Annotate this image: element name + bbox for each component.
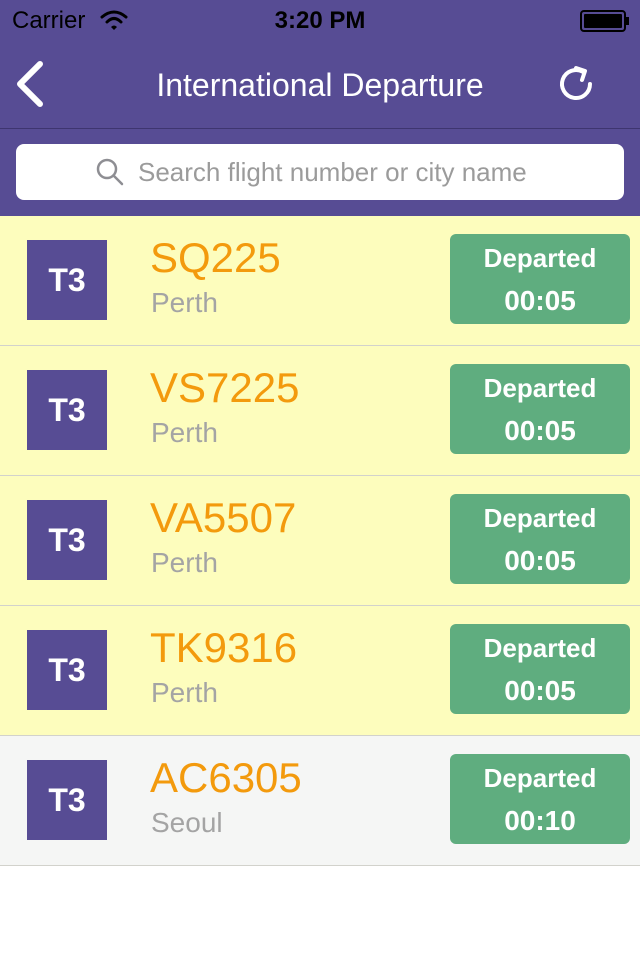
status-time-value: 00:05 <box>504 545 576 576</box>
flight-city: Perth <box>151 287 218 318</box>
flight-city: Seoul <box>151 807 223 838</box>
flight-number: TK9316 <box>150 624 298 671</box>
app-screen: Carrier 3:20 PM International Departure <box>0 0 640 960</box>
status-badge: Departed 00:10 <box>450 754 630 844</box>
status-label: Departed <box>483 633 597 663</box>
flight-row[interactable]: T3 AC6305 Seoul Departed 00:10 <box>0 736 640 866</box>
flight-city: Perth <box>151 547 218 578</box>
status-time-value: 00:05 <box>504 415 576 446</box>
status-time-value: 00:10 <box>504 805 576 836</box>
nav-bar: International Departure <box>0 40 640 128</box>
search-box[interactable] <box>16 144 624 200</box>
flight-row[interactable]: T3 VS7225 Perth Departed 00:05 <box>0 346 640 476</box>
back-button[interactable] <box>10 60 54 108</box>
status-badge: Departed 00:05 <box>450 624 630 714</box>
flight-number: VA5507 <box>150 494 297 541</box>
status-time-value: 00:05 <box>504 675 576 706</box>
status-label: Departed <box>483 763 597 793</box>
status-label: Departed <box>483 503 597 533</box>
flight-number: VS7225 <box>150 364 300 411</box>
terminal-badge: T3 <box>27 370 107 450</box>
status-badge: Departed 00:05 <box>450 234 630 324</box>
chevron-left-icon <box>17 61 43 107</box>
flight-number: AC6305 <box>150 754 302 801</box>
search-icon <box>96 158 124 186</box>
status-badge: Departed 00:05 <box>450 364 630 454</box>
flight-city: Perth <box>151 417 218 448</box>
status-time-value: 00:05 <box>504 285 576 316</box>
nav-divider <box>0 128 640 129</box>
refresh-button[interactable] <box>552 60 600 108</box>
terminal-badge: T3 <box>27 760 107 840</box>
page-title: International Departure <box>156 67 484 103</box>
status-time: 3:20 PM <box>274 7 366 34</box>
status-bar: Carrier 3:20 PM <box>0 0 640 40</box>
flight-number: SQ225 <box>150 234 281 281</box>
status-label: Departed <box>483 373 597 403</box>
flight-list: T3 SQ225 Perth Departed 00:05 T3 VS7225 … <box>0 216 640 866</box>
status-badge: Departed 00:05 <box>450 494 630 584</box>
flight-city: Perth <box>151 677 218 708</box>
terminal-badge: T3 <box>27 500 107 580</box>
flight-row[interactable]: T3 SQ225 Perth Departed 00:05 <box>0 216 640 346</box>
status-label: Departed <box>483 243 597 273</box>
search-input[interactable] <box>138 154 608 190</box>
battery-icon <box>580 10 629 32</box>
terminal-badge: T3 <box>27 240 107 320</box>
flight-row[interactable]: T3 VA5507 Perth Departed 00:05 <box>0 476 640 606</box>
terminal-badge: T3 <box>27 630 107 710</box>
header: Carrier 3:20 PM International Departure <box>0 0 640 216</box>
flight-row[interactable]: T3 TK9316 Perth Departed 00:05 <box>0 606 640 736</box>
